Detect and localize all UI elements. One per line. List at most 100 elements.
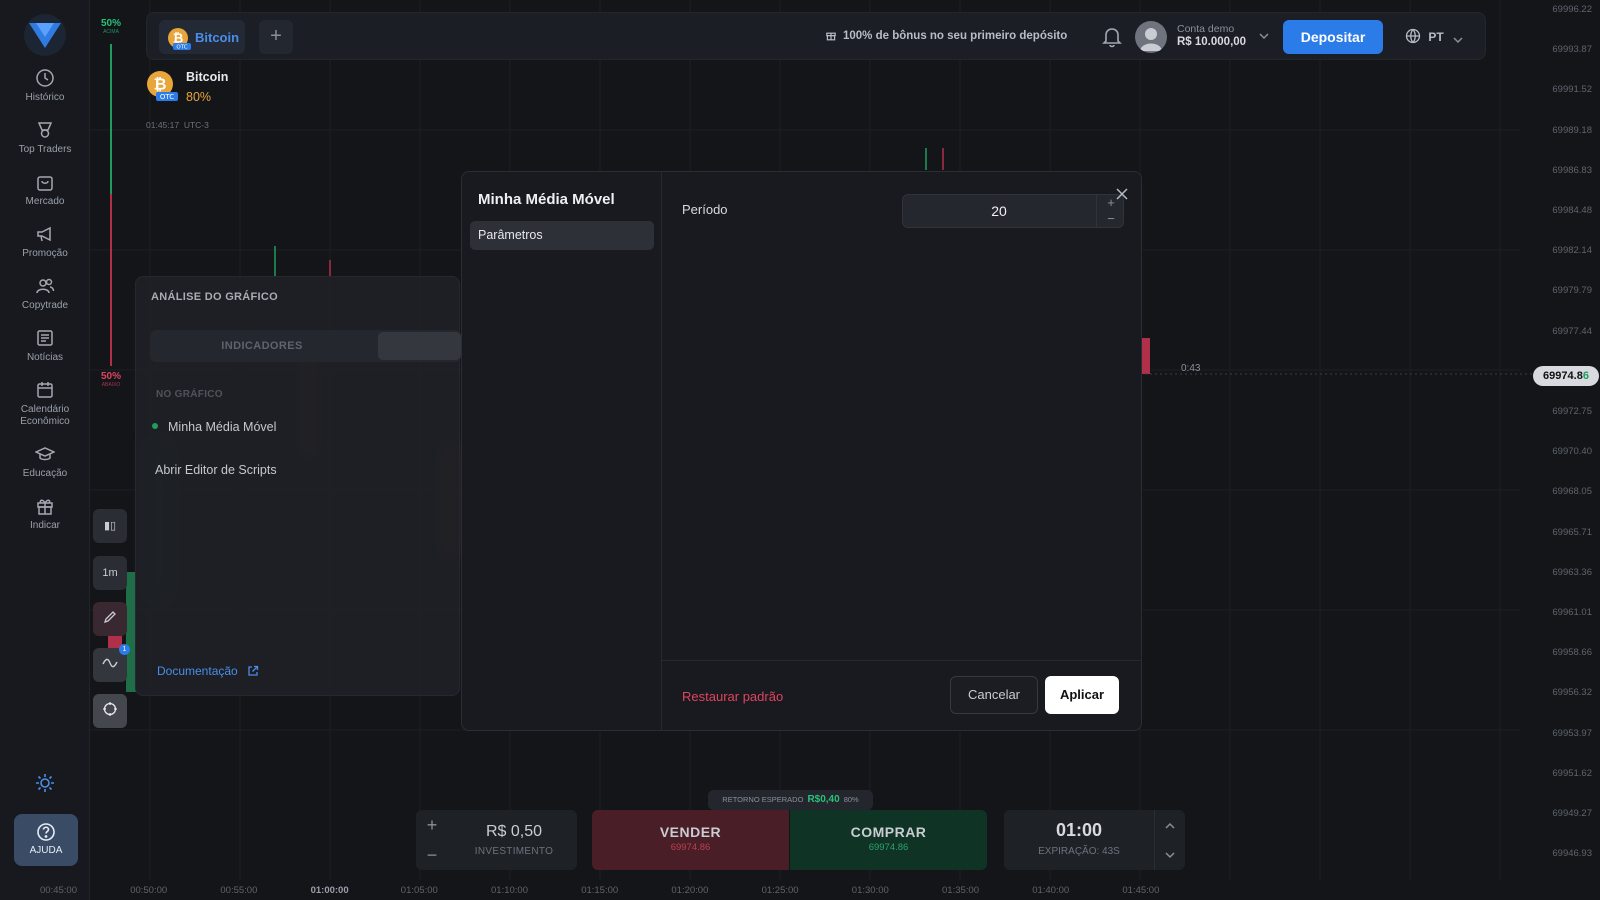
sidebar-item-indicar[interactable]: Indicar bbox=[0, 496, 90, 532]
buy-button[interactable]: COMPRAR 69974.86 bbox=[790, 810, 987, 870]
crosshair-button[interactable] bbox=[93, 694, 127, 728]
time-tick: 01:25:00 bbox=[761, 885, 799, 896]
help-button[interactable]: AJUDA bbox=[14, 814, 78, 866]
time-tick: 01:00:00 bbox=[310, 885, 349, 896]
sidebar-item-promocao[interactable]: Promoção bbox=[0, 224, 90, 260]
indicator-item[interactable]: Minha Média Móvel bbox=[152, 420, 276, 434]
bitcoin-icon: ₿OTC bbox=[147, 71, 178, 101]
cancel-button[interactable]: Cancelar bbox=[950, 676, 1038, 714]
bell-icon[interactable] bbox=[1102, 26, 1122, 48]
apply-button[interactable]: Aplicar bbox=[1045, 676, 1119, 714]
avatar[interactable] bbox=[1135, 21, 1167, 53]
sentiment-up-label: ACIMA bbox=[103, 29, 119, 35]
trophy-icon bbox=[37, 122, 53, 138]
bonus-banner[interactable]: 100% de bônus no seu primeiro depósito bbox=[825, 29, 1067, 42]
sidebar-item-copytrade[interactable]: Copytrade bbox=[0, 276, 90, 312]
asset-payout: 80% bbox=[186, 90, 212, 104]
chart-type-button[interactable]: ▮▯ bbox=[93, 509, 127, 543]
deposit-button[interactable]: Depositar bbox=[1283, 20, 1383, 54]
expiry-up-button[interactable] bbox=[1155, 810, 1185, 840]
documentation-link[interactable]: Documentação bbox=[157, 664, 259, 678]
expected-return-pct: 80% bbox=[843, 795, 859, 804]
open-script-editor[interactable]: Abrir Editor de Scripts bbox=[155, 463, 277, 477]
pencil-icon bbox=[103, 611, 116, 624]
price-tick: 69993.87 bbox=[1552, 44, 1592, 56]
users-icon bbox=[36, 278, 55, 294]
price-tick: 69970.40 bbox=[1552, 446, 1592, 458]
time-tick: 01:45:00 bbox=[1122, 885, 1160, 896]
sidebar-item-label: Indicar bbox=[29, 520, 60, 531]
time-tick: 00:45:00 bbox=[40, 885, 77, 896]
expiry-label: EXPIRAÇÃO: 43S bbox=[1038, 846, 1120, 857]
price-tick: 69949.27 bbox=[1552, 808, 1592, 819]
current-price-main: 69974.8 bbox=[1543, 370, 1583, 382]
analysis-tabs: INDICADORES bbox=[150, 330, 461, 362]
close-icon[interactable] bbox=[1116, 188, 1128, 200]
sentiment-up: 50% ACIMA bbox=[98, 18, 124, 35]
sidebar-item-calendario[interactable]: Calendário Econômico bbox=[0, 380, 90, 428]
sidebar-item-noticias[interactable]: Notícias bbox=[0, 328, 90, 364]
top-bar: ₿ OTC Bitcoin + 100% de bônus no seu prim… bbox=[146, 12, 1486, 60]
crosshair-icon bbox=[103, 702, 117, 716]
time-tick: 01:40:00 bbox=[1032, 885, 1070, 896]
sync-icon[interactable] bbox=[34, 772, 56, 794]
decrease-amount-button[interactable]: − bbox=[416, 840, 448, 870]
external-link-icon bbox=[248, 665, 259, 676]
period-label: Período bbox=[682, 202, 728, 217]
time-axis: 00:45:00 00:50:00 00:55:00 01:00:00 01:05:00… bbox=[0, 882, 1600, 900]
modal-content: Período + − Restaurar padrão Cancelar Ap… bbox=[662, 172, 1141, 730]
restore-defaults-button[interactable]: Restaurar padrão bbox=[682, 689, 783, 704]
expiry-time[interactable]: 01:00 bbox=[1004, 820, 1154, 841]
sidebar-item-mercado[interactable]: Mercado bbox=[0, 172, 90, 208]
sell-button[interactable]: VENDER 69974.86 bbox=[592, 810, 789, 870]
sidebar-item-label: Calendário Econômico bbox=[20, 404, 70, 427]
timeframe-label: 1m bbox=[102, 567, 118, 579]
sentiment-down-pct: 50% bbox=[100, 371, 121, 382]
chevron-down-icon[interactable] bbox=[1259, 32, 1269, 40]
period-input[interactable] bbox=[902, 194, 1124, 228]
tab-indicators[interactable]: INDICADORES bbox=[150, 330, 374, 362]
increase-amount-button[interactable]: + bbox=[416, 810, 448, 840]
price-tick: 69968.05 bbox=[1552, 486, 1592, 498]
timeframe-button[interactable]: 1m bbox=[93, 556, 127, 590]
indicators-button[interactable]: 1 bbox=[93, 644, 130, 682]
indicator-count-badge: 1 bbox=[119, 644, 130, 655]
sidebar-item-top-traders[interactable]: Top Traders bbox=[0, 120, 90, 156]
tab-scripts[interactable] bbox=[378, 332, 461, 360]
price-tick: 69977.44 bbox=[1552, 325, 1592, 337]
language-selector[interactable]: PT bbox=[1405, 28, 1463, 44]
svg-text:₿: ₿ bbox=[153, 75, 166, 94]
sentiment-bar-down bbox=[110, 194, 112, 366]
sidebar-item-historico[interactable]: Histórico bbox=[0, 68, 90, 104]
expiry-stepper bbox=[1154, 810, 1185, 870]
drawing-tool-button[interactable] bbox=[93, 602, 127, 636]
sidebar-item-educacao[interactable]: Educação bbox=[0, 444, 90, 480]
wave-icon bbox=[102, 658, 118, 668]
price-tick: 69996.22 bbox=[1552, 4, 1592, 15]
investment-amount[interactable]: R$ 0,50 bbox=[454, 823, 574, 841]
price-tick: 69986.83 bbox=[1552, 164, 1592, 176]
expiry-down-button[interactable] bbox=[1155, 840, 1185, 870]
logo-icon[interactable] bbox=[22, 14, 68, 56]
help-label: AJUDA bbox=[29, 845, 63, 856]
panel-title: ANÁLISE DO GRÁFICO bbox=[151, 291, 279, 303]
indicator-name: Minha Média Móvel bbox=[168, 420, 277, 434]
svg-text:OTC: OTC bbox=[176, 45, 187, 51]
account-type: Conta demo bbox=[1177, 23, 1235, 35]
asset-name: Bitcoin bbox=[186, 70, 229, 84]
expected-return: RETORNO ESPERADO R$0,40 80% bbox=[708, 790, 873, 810]
investment-box: + − R$ 0,50 INVESTIMENTO bbox=[416, 810, 577, 870]
sidebar-item-label: Copytrade bbox=[21, 300, 69, 311]
add-asset-button[interactable]: + bbox=[259, 20, 293, 54]
asset-tab-bitcoin[interactable]: ₿ OTC Bitcoin bbox=[159, 20, 245, 54]
decrement-button[interactable]: − bbox=[1097, 211, 1125, 227]
sidebar-item-label: Educação bbox=[22, 468, 68, 479]
modal-footer: Restaurar padrão Cancelar Aplicar bbox=[662, 660, 1141, 730]
account-selector[interactable]: Conta demo R$ 10.000,00 bbox=[1177, 23, 1246, 48]
sentiment-up-pct: 50% bbox=[100, 18, 121, 29]
tab-parameters[interactable]: Parâmetros bbox=[470, 221, 654, 250]
expected-return-value: R$0,40 bbox=[807, 794, 840, 805]
chart-analysis-panel: ANÁLISE DO GRÁFICO INDICADORES NO GRÁFIC… bbox=[135, 276, 461, 696]
globe-icon bbox=[1405, 28, 1421, 44]
chevron-down-icon bbox=[1165, 852, 1175, 859]
